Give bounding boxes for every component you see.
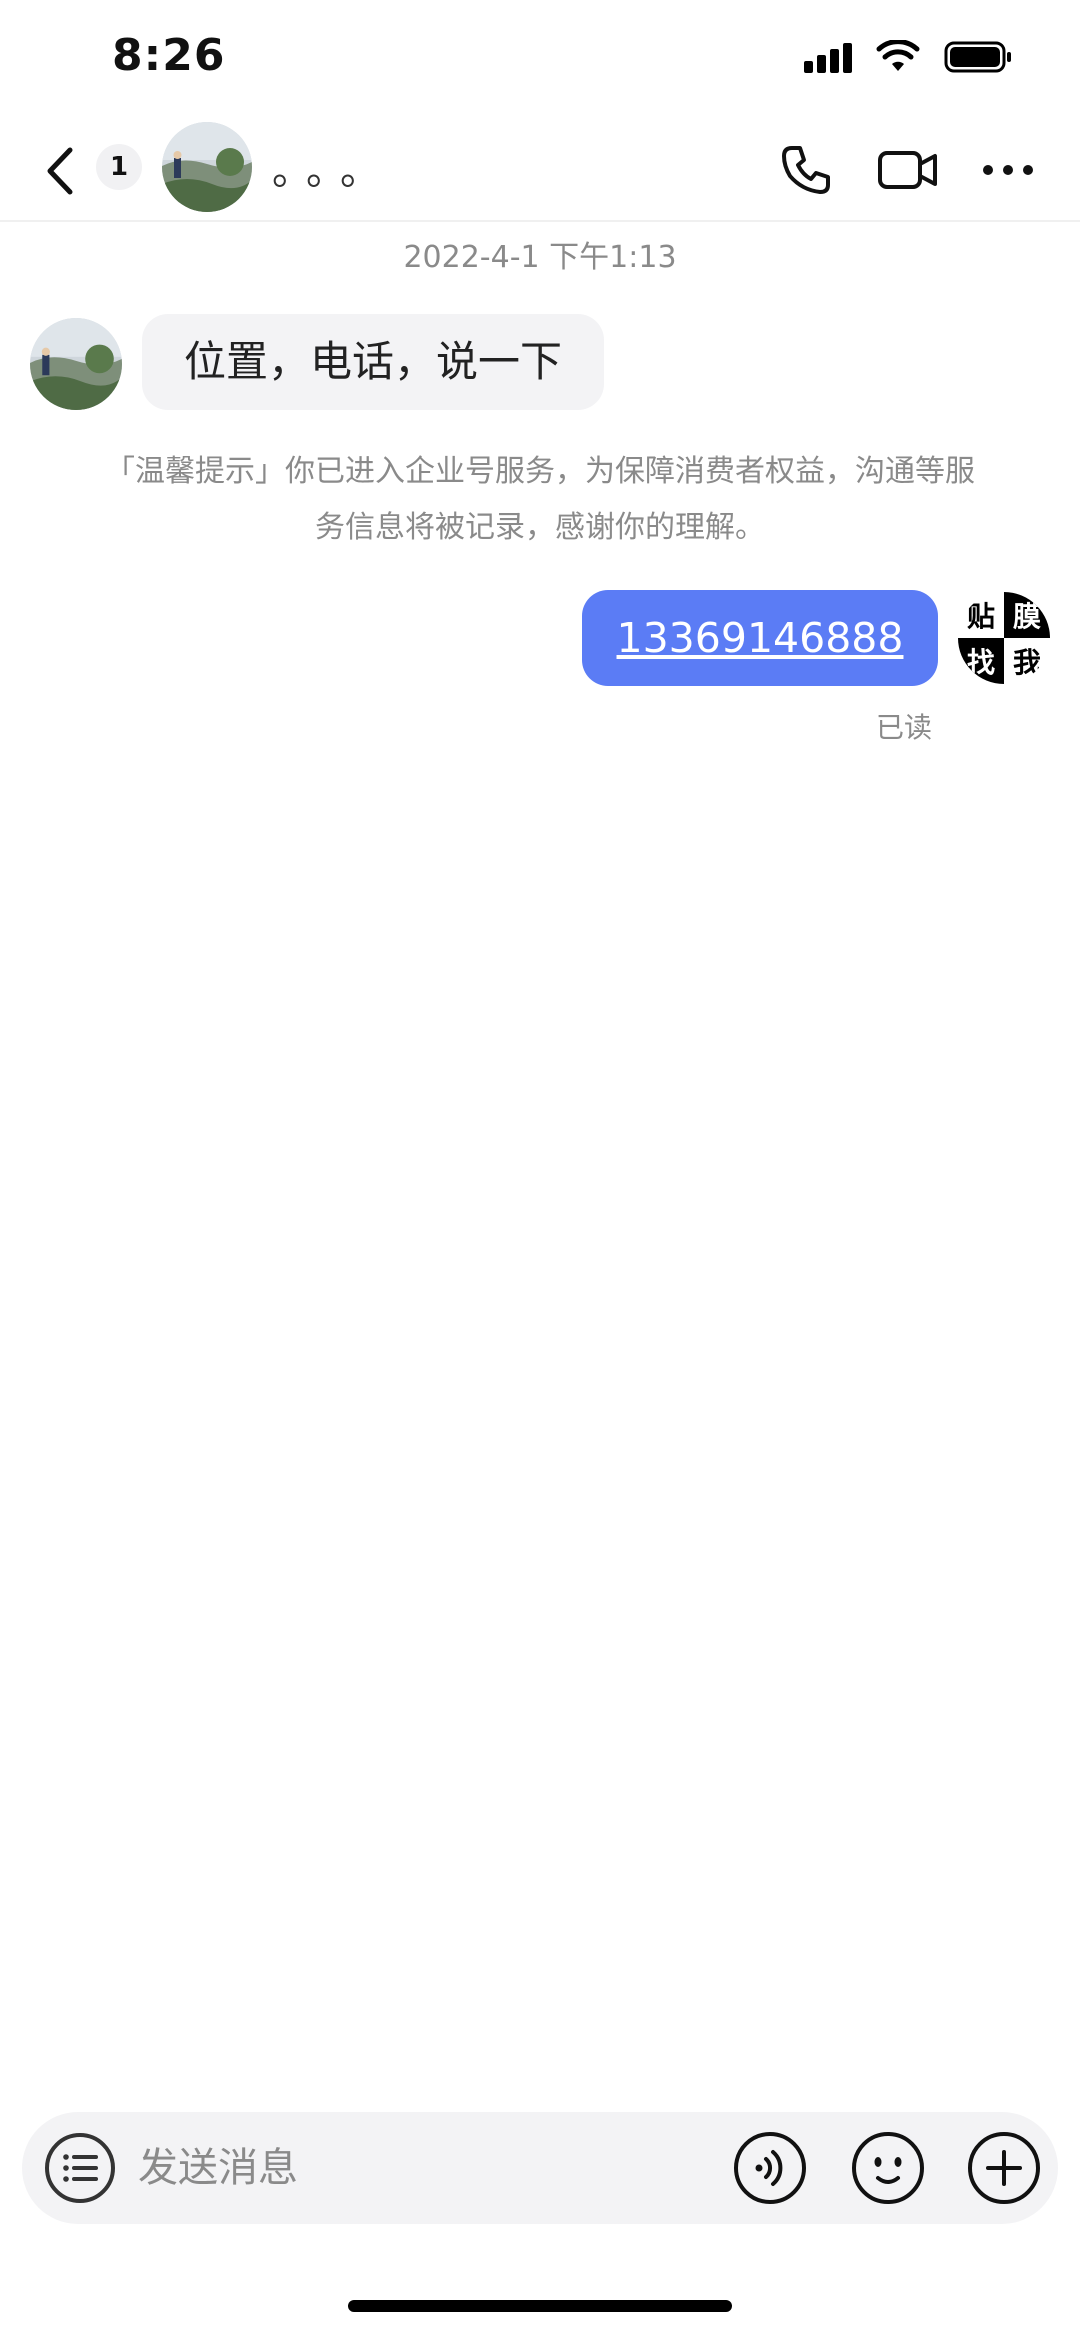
avatar-char-2: 膜 <box>1013 600 1041 633</box>
message-input-bar <box>22 2112 1058 2224</box>
chevron-left-icon <box>47 147 73 195</box>
menu-icon <box>45 2133 115 2203</box>
home-indicator[interactable] <box>348 2300 732 2312</box>
emoji-icon <box>852 2132 924 2204</box>
video-camera-icon <box>878 151 937 189</box>
more-options-button[interactable] <box>972 134 1044 206</box>
unread-count-badge: 1 <box>96 144 142 190</box>
battery-icon <box>944 41 1011 73</box>
signal-icon <box>804 41 852 73</box>
phone-icon <box>782 146 830 194</box>
status-time: 8:26 <box>112 30 226 81</box>
plus-icon <box>968 2132 1040 2204</box>
system-notice: 「温馨提示」你已进入企业号服务，为保障消费者权益，沟通等服务信息将被记录，感谢你… <box>105 454 975 545</box>
more-functions-button[interactable] <box>964 2128 1044 2208</box>
phone-call-button[interactable] <box>770 134 842 206</box>
read-status: 已读 <box>876 711 933 744</box>
more-icon <box>983 165 1033 175</box>
status-bar: 8:26 <box>0 0 1080 120</box>
avatar-char-1: 贴 <box>967 600 995 633</box>
emoji-button[interactable] <box>848 2128 928 2208</box>
chat-header: 1 。。。 <box>0 120 1080 222</box>
voice-input-button[interactable] <box>730 2128 810 2208</box>
incoming-message-bubble[interactable]: 位置，电话，说一下 <box>142 314 605 410</box>
wifi-icon <box>876 40 920 71</box>
avatar-char-3: 找 <box>967 646 995 679</box>
contact-name[interactable]: 。。。 <box>272 138 394 196</box>
status-icons <box>804 40 1014 74</box>
voice-icon <box>734 2132 806 2204</box>
message-timestamp: 2022-4-1 下午1:13 <box>403 240 677 275</box>
outgoing-message-bubble[interactable]: 13369146888 <box>582 590 938 686</box>
quick-menu-button[interactable] <box>42 2130 118 2206</box>
back-button[interactable] <box>36 138 86 204</box>
avatar-char-4: 我 <box>1013 646 1041 679</box>
own-avatar[interactable]: 贴 膜 找 我 <box>958 592 1050 684</box>
contact-avatar[interactable] <box>162 122 252 212</box>
incoming-sender-avatar[interactable] <box>30 318 122 410</box>
video-call-button[interactable] <box>872 134 944 206</box>
message-input[interactable] <box>138 2132 718 2204</box>
